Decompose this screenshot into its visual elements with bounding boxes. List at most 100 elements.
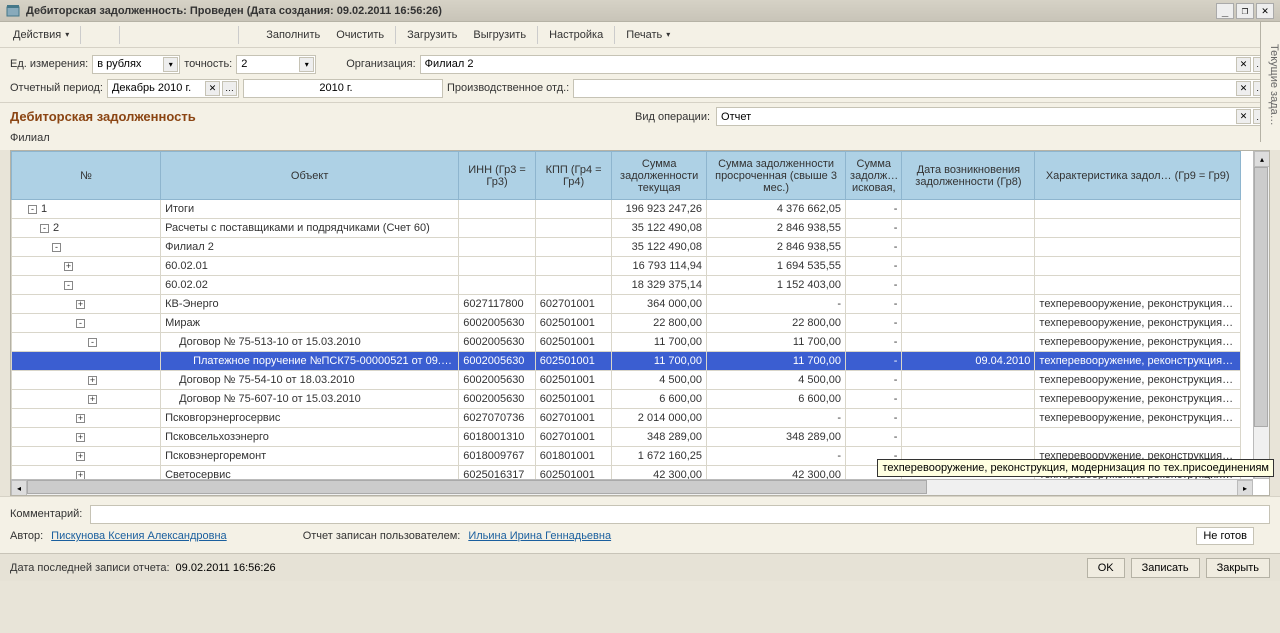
- col-sumcur[interactable]: Сумма задолженности текущая: [612, 152, 707, 200]
- dept-label: Производственное отд.:: [447, 82, 569, 94]
- author-label: Автор:: [10, 530, 43, 542]
- table-row[interactable]: +Договор № 75-607-10 от 15.03.2010600200…: [12, 390, 1241, 409]
- table-row[interactable]: +КВ-Энерго6027117800602701001364 000,00-…: [12, 295, 1241, 314]
- title-bar: Дебиторская задолженность: Проведен (Дат…: [0, 0, 1280, 22]
- section-title: Дебиторская задолженность: [0, 103, 635, 130]
- dropdown-icon[interactable]: ▾: [163, 57, 178, 72]
- table-row[interactable]: -60.02.0218 329 375,141 152 403,00-: [12, 276, 1241, 295]
- table-row[interactable]: +Договор № 75-54-10 от 18.03.20106002005…: [12, 371, 1241, 390]
- tree-toggle-icon[interactable]: +: [76, 414, 85, 423]
- savedby-link[interactable]: Ильина Ирина Геннадьевна: [468, 530, 611, 542]
- lastwrite-label: Дата последней записи отчета:: [10, 562, 170, 574]
- tree-toggle-icon[interactable]: +: [88, 395, 97, 404]
- spinner-icon[interactable]: ▾: [299, 57, 314, 72]
- clear-icon[interactable]: ✕: [205, 81, 220, 96]
- window-title: Дебиторская задолженность: Проведен (Дат…: [26, 5, 1210, 17]
- col-inn[interactable]: ИНН (Гр3 = Гр3): [459, 152, 536, 200]
- toolbar: Действия ▾ i Заполнить Очистить Загрузит…: [0, 22, 1280, 48]
- sidebar-tab-tasks[interactable]: Текущие зада…: [1260, 22, 1280, 142]
- filter-icon[interactable]: [172, 25, 186, 45]
- department-field[interactable]: ✕…: [573, 79, 1270, 98]
- tree-toggle-icon[interactable]: -: [64, 281, 73, 290]
- status-field[interactable]: Не готов: [1196, 527, 1254, 545]
- table-row[interactable]: -1Итоги196 923 247,264 376 662,05-: [12, 200, 1241, 219]
- ok-button[interactable]: OK: [1087, 558, 1125, 578]
- operation-field[interactable]: Отчет✕…: [716, 107, 1270, 126]
- unload-button[interactable]: Выгрузить: [466, 25, 533, 45]
- col-kpp[interactable]: КПП (Гр4 = Гр4): [535, 152, 612, 200]
- print-menu[interactable]: Печать ▾: [619, 25, 677, 45]
- doc1-icon[interactable]: [124, 25, 138, 45]
- comment-field[interactable]: [90, 505, 1270, 524]
- window-icon: [6, 4, 20, 18]
- precision-label: точность:: [184, 58, 232, 70]
- year-field[interactable]: 2010 г.: [243, 79, 443, 98]
- load-button[interactable]: Загрузить: [400, 25, 464, 45]
- save-button[interactable]: Записать: [1131, 558, 1200, 578]
- vertical-scrollbar[interactable]: ▴ ▾: [1253, 151, 1269, 479]
- col-date[interactable]: Дата возникновения задолженности (Гр8): [902, 152, 1035, 200]
- precision-field[interactable]: 2▾: [236, 55, 316, 74]
- horizontal-scrollbar[interactable]: ◂ ▸: [11, 479, 1253, 495]
- branch-label: Филиал: [0, 130, 1280, 150]
- doc2-icon[interactable]: [140, 25, 154, 45]
- settings-button[interactable]: Настройка: [542, 25, 610, 45]
- clear-icon[interactable]: ✕: [1236, 109, 1251, 124]
- table-row[interactable]: +Псковсельхозэнерго601800131060270100134…: [12, 428, 1241, 447]
- col-sumisk[interactable]: Сумма задолж… исковая,: [846, 152, 902, 200]
- actions-menu[interactable]: Действия ▾: [6, 25, 76, 45]
- table-row[interactable]: -Мираж600200563060250100122 800,0022 800…: [12, 314, 1241, 333]
- fill-button[interactable]: Заполнить: [259, 25, 327, 45]
- tree-icon[interactable]: [188, 25, 202, 45]
- table-row[interactable]: -Договор № 75-513-10 от 15.03.2010600200…: [12, 333, 1241, 352]
- clear-icon[interactable]: ✕: [1236, 81, 1251, 96]
- tree-toggle-icon[interactable]: -: [76, 319, 85, 328]
- author-link[interactable]: Пискунова Ксения Александровна: [51, 530, 227, 542]
- select-icon[interactable]: …: [222, 81, 237, 96]
- tree-toggle-icon[interactable]: +: [76, 300, 85, 309]
- report-icon[interactable]: [204, 25, 218, 45]
- tree-toggle-icon[interactable]: -: [40, 224, 49, 233]
- tree-toggle-icon[interactable]: -: [52, 243, 61, 252]
- close-button[interactable]: Закрыть: [1206, 558, 1270, 578]
- period-label: Отчетный период:: [10, 82, 103, 94]
- tree-toggle-icon[interactable]: +: [64, 262, 73, 271]
- lastwrite-value: 09.02.2011 16:56:26: [176, 562, 276, 574]
- units-field[interactable]: в рублях▾: [92, 55, 180, 74]
- scroll-thumb[interactable]: [27, 480, 927, 494]
- scroll-up-icon[interactable]: ▴: [1254, 151, 1270, 167]
- data-grid: № Объект ИНН (Гр3 = Гр3) КПП (Гр4 = Гр4)…: [10, 150, 1270, 496]
- operation-label: Вид операции:: [635, 111, 710, 123]
- col-sumover[interactable]: Сумма задолженности просроченная (свыше …: [707, 152, 846, 200]
- comment-label: Комментарий:: [10, 508, 82, 520]
- copy-icon[interactable]: [101, 25, 115, 45]
- table-row[interactable]: Платежное поручение №ПСК75-00000521 от 0…: [12, 352, 1241, 371]
- tree-toggle-icon[interactable]: +: [88, 376, 97, 385]
- organization-field[interactable]: Филиал 2✕…: [420, 55, 1270, 74]
- tree-toggle-icon[interactable]: -: [88, 338, 97, 347]
- clear-button[interactable]: Очистить: [329, 25, 391, 45]
- run-icon[interactable]: [243, 25, 257, 45]
- col-number[interactable]: №: [12, 152, 161, 200]
- table-row[interactable]: -2Расчеты с поставщиками и подрядчиками …: [12, 219, 1241, 238]
- table-row[interactable]: -Филиал 235 122 490,082 846 938,55-: [12, 238, 1241, 257]
- col-object[interactable]: Объект: [161, 152, 459, 200]
- clear-icon[interactable]: ✕: [1236, 57, 1251, 72]
- col-char[interactable]: Характеристика задол… (Гр9 = Гр9): [1035, 152, 1241, 200]
- table-row[interactable]: +Псковгорэнергосервис6027070736602701001…: [12, 409, 1241, 428]
- minimize-button[interactable]: _: [1216, 3, 1234, 19]
- tree-toggle-icon[interactable]: +: [76, 452, 85, 461]
- doc3-icon[interactable]: [156, 25, 170, 45]
- close-button[interactable]: ✕: [1256, 3, 1274, 19]
- refresh-icon[interactable]: [85, 25, 99, 45]
- table-row[interactable]: +60.02.0116 793 114,941 694 535,55-: [12, 257, 1241, 276]
- restore-button[interactable]: ❐: [1236, 3, 1254, 19]
- scroll-left-icon[interactable]: ◂: [11, 480, 27, 496]
- period-field[interactable]: Декабрь 2010 г.✕…: [107, 79, 239, 98]
- scroll-thumb[interactable]: [1254, 167, 1268, 427]
- tree-toggle-icon[interactable]: +: [76, 433, 85, 442]
- savedby-label: Отчет записан пользователем:: [303, 530, 461, 542]
- scroll-right-icon[interactable]: ▸: [1237, 480, 1253, 496]
- tree-toggle-icon[interactable]: -: [28, 205, 37, 214]
- info-icon[interactable]: i: [220, 25, 234, 45]
